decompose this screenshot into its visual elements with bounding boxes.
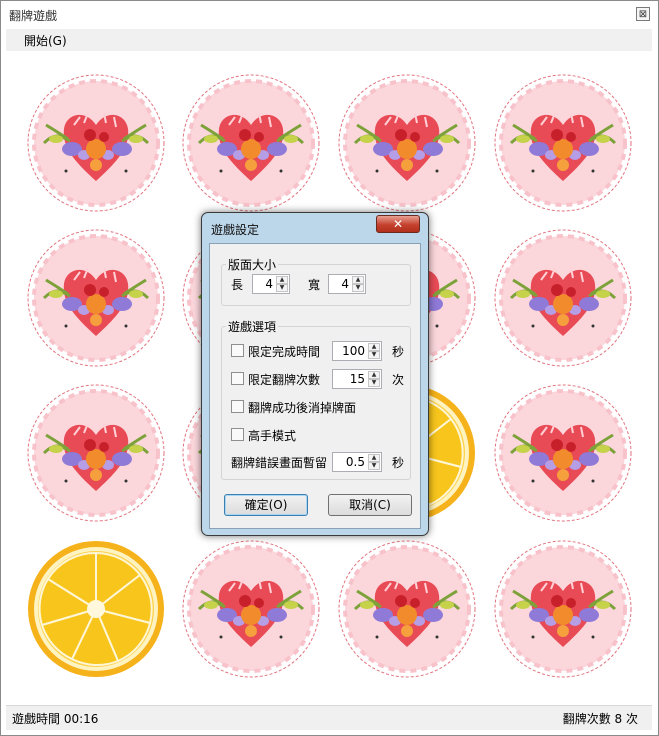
length-label: 長 bbox=[231, 278, 244, 292]
card-heart-back[interactable] bbox=[493, 228, 633, 368]
time-limit-checkbox[interactable] bbox=[231, 344, 244, 357]
menu-bar: 開始(G) bbox=[6, 29, 652, 51]
card-heart-back[interactable] bbox=[181, 73, 321, 213]
card-heart-back[interactable] bbox=[493, 539, 633, 679]
flip-limit-unit: 次 bbox=[392, 373, 405, 387]
expert-mode-checkbox[interactable] bbox=[231, 428, 244, 441]
time-limit-spin-buttons[interactable]: ▲ ▼ bbox=[368, 343, 380, 359]
board-size-legend: 版面大小 bbox=[226, 256, 279, 273]
remove-matched-label[interactable]: 翻牌成功後消掉牌面 bbox=[248, 399, 356, 416]
spin-up-icon[interactable]: ▲ bbox=[368, 454, 380, 462]
pause-stepper[interactable]: 0.5 ▲ ▼ bbox=[332, 452, 382, 472]
game-time-status: 遊戲時間 00:16 bbox=[12, 712, 99, 726]
window-title: 翻牌遊戲 bbox=[9, 9, 58, 23]
card-heart-back[interactable] bbox=[26, 383, 166, 523]
width-label: 寬 bbox=[308, 278, 321, 292]
spin-up-icon[interactable]: ▲ bbox=[368, 371, 380, 379]
dialog-title: 遊戲設定 bbox=[211, 223, 260, 237]
width-spin-buttons[interactable]: ▲ ▼ bbox=[352, 276, 364, 292]
spin-up-icon[interactable]: ▲ bbox=[276, 276, 288, 284]
flip-limit-spin-buttons[interactable]: ▲ ▼ bbox=[368, 371, 380, 387]
time-limit-label[interactable]: 限定完成時間 bbox=[248, 343, 320, 360]
dialog-close-button[interactable]: ✕ bbox=[376, 215, 420, 233]
card-heart-back[interactable] bbox=[493, 383, 633, 523]
card-heart-back[interactable] bbox=[337, 539, 477, 679]
spin-down-icon[interactable]: ▼ bbox=[276, 284, 288, 292]
time-limit-value: 100 bbox=[342, 344, 365, 358]
ok-button[interactable]: 確定(O) bbox=[224, 494, 308, 516]
spin-up-icon[interactable]: ▲ bbox=[352, 276, 364, 284]
card-heart-back[interactable] bbox=[181, 539, 321, 679]
time-limit-stepper[interactable]: 100 ▲ ▼ bbox=[332, 341, 382, 361]
title-bar[interactable]: 翻牌遊戲 ⊠ bbox=[1, 1, 658, 29]
options-legend: 遊戲選項 bbox=[226, 318, 279, 335]
time-limit-unit: 秒 bbox=[392, 345, 405, 359]
flip-limit-stepper[interactable]: 15 ▲ ▼ bbox=[332, 369, 382, 389]
spin-down-icon[interactable]: ▼ bbox=[368, 351, 380, 359]
window-close-button[interactable]: ⊠ bbox=[636, 7, 650, 21]
spin-down-icon[interactable]: ▼ bbox=[368, 462, 380, 470]
spin-down-icon[interactable]: ▼ bbox=[352, 284, 364, 292]
pause-label: 翻牌錯誤畫面暫留 bbox=[231, 456, 328, 470]
length-stepper[interactable]: 4 ▲ ▼ bbox=[252, 274, 290, 294]
pause-spin-buttons[interactable]: ▲ ▼ bbox=[368, 454, 380, 470]
cancel-button[interactable]: 取消(C) bbox=[328, 494, 412, 516]
flip-limit-checkbox[interactable] bbox=[231, 372, 244, 385]
length-spin-buttons[interactable]: ▲ ▼ bbox=[276, 276, 288, 292]
card-heart-back[interactable] bbox=[26, 73, 166, 213]
card-heart-back[interactable] bbox=[337, 73, 477, 213]
spin-up-icon[interactable]: ▲ bbox=[368, 343, 380, 351]
settings-dialog: 遊戲設定 ✕ 版面大小 長 4 ▲ ▼ 寬 4 ▲ ▼ 遊戲選項 限定完成時間 … bbox=[201, 212, 429, 536]
flip-limit-label[interactable]: 限定翻牌次數 bbox=[248, 371, 320, 388]
remove-matched-checkbox[interactable] bbox=[231, 400, 244, 413]
dialog-body: 版面大小 長 4 ▲ ▼ 寬 4 ▲ ▼ 遊戲選項 限定完成時間 100 ▲ ▼ bbox=[209, 243, 421, 529]
flip-count-status: 翻牌次數 8 次 bbox=[562, 712, 638, 726]
pause-value: 0.5 bbox=[345, 455, 365, 469]
width-stepper[interactable]: 4 ▲ ▼ bbox=[328, 274, 366, 294]
status-bar: 遊戲時間 00:16 翻牌次數 8 次 bbox=[6, 705, 652, 730]
width-value: 4 bbox=[341, 277, 349, 291]
flip-limit-value: 15 bbox=[349, 372, 365, 386]
menu-start[interactable]: 開始(G) bbox=[24, 32, 67, 49]
card-lemon-face[interactable] bbox=[26, 539, 166, 679]
card-heart-back[interactable] bbox=[26, 228, 166, 368]
card-heart-back[interactable] bbox=[493, 73, 633, 213]
expert-mode-label[interactable]: 高手模式 bbox=[248, 427, 296, 444]
length-value: 4 bbox=[265, 277, 273, 291]
pause-unit: 秒 bbox=[392, 456, 405, 470]
spin-down-icon[interactable]: ▼ bbox=[368, 379, 380, 387]
